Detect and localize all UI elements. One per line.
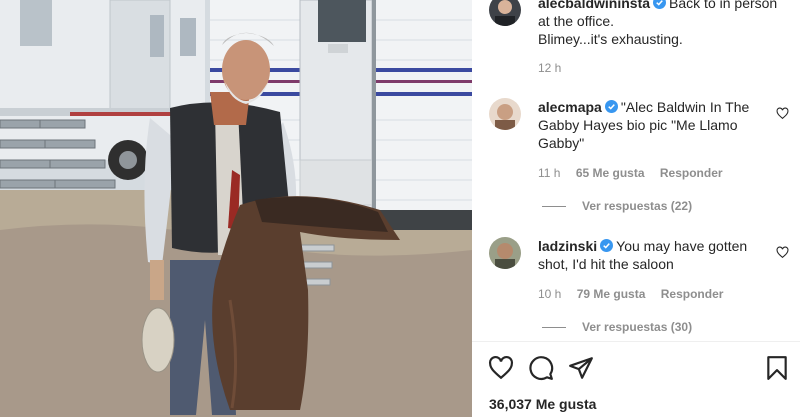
like-comment-heart-icon[interactable] — [776, 107, 789, 120]
comment-icon[interactable] — [528, 355, 554, 381]
comment-text-line-1: "Alec Baldwin In The — [620, 99, 750, 115]
bookmark-icon[interactable] — [764, 355, 790, 381]
commenter-avatar[interactable] — [489, 237, 521, 269]
replies-divider — [542, 205, 566, 207]
caption-line-2: at the office. — [538, 13, 615, 29]
post-photo — [0, 0, 472, 417]
comment-time[interactable]: 10 h — [538, 287, 561, 301]
verified-badge-icon — [604, 100, 618, 113]
view-replies-button[interactable]: Ver respuestas (30) — [542, 320, 692, 334]
post-timestamp[interactable]: 12 h — [538, 61, 561, 75]
comment-text-line-3: Gabby" — [538, 135, 585, 151]
comment-meta: 11 h 65 Me gusta Responder — [538, 166, 735, 180]
comment-1: alecmapa "Alec Baldwin In The Gabby Hayes… — [538, 98, 763, 152]
caption-line-3: Blimey...it's exhausting. — [538, 31, 683, 47]
post-caption: alecbaldwininsta Back to in person at the… — [538, 0, 788, 48]
comment-text-line-1: You may have gotten — [616, 238, 748, 254]
share-icon[interactable] — [568, 355, 594, 381]
likes-count[interactable]: 36,037 Me gusta — [489, 396, 596, 412]
verified-badge-icon — [600, 239, 614, 252]
comment-time[interactable]: 11 h — [538, 166, 560, 180]
comment-2: ladzinski You may have gotten shot, I'd h… — [538, 237, 763, 273]
comment-likes[interactable]: 79 Me gusta — [577, 287, 646, 301]
comment-username[interactable]: alecmapa — [538, 99, 602, 115]
view-replies-label: Ver respuestas (22) — [582, 199, 693, 213]
heart-icon[interactable] — [488, 355, 514, 381]
comment-likes[interactable]: 65 Me gusta — [576, 166, 645, 180]
comment-meta: 10 h 79 Me gusta Responder — [538, 287, 735, 301]
view-replies-button[interactable]: Ver respuestas (22) — [542, 199, 692, 213]
author-username[interactable]: alecbaldwininsta — [538, 0, 650, 11]
comment-text-line-2: shot, I'd hit the saloon — [538, 256, 674, 272]
comment-text-line-2: Gabby Hayes bio pic "Me Llamo — [538, 117, 738, 133]
caption-line-1: Back to in person — [669, 0, 778, 11]
reply-button[interactable]: Responder — [661, 287, 724, 301]
view-replies-label: Ver respuestas (30) — [582, 320, 693, 334]
verified-badge-icon — [653, 0, 667, 9]
reply-button[interactable]: Responder — [660, 166, 723, 180]
commenter-avatar[interactable] — [489, 98, 521, 130]
replies-divider — [542, 326, 566, 328]
comment-username[interactable]: ladzinski — [538, 238, 597, 254]
panel-divider — [472, 341, 800, 342]
like-comment-heart-icon[interactable] — [776, 246, 789, 259]
